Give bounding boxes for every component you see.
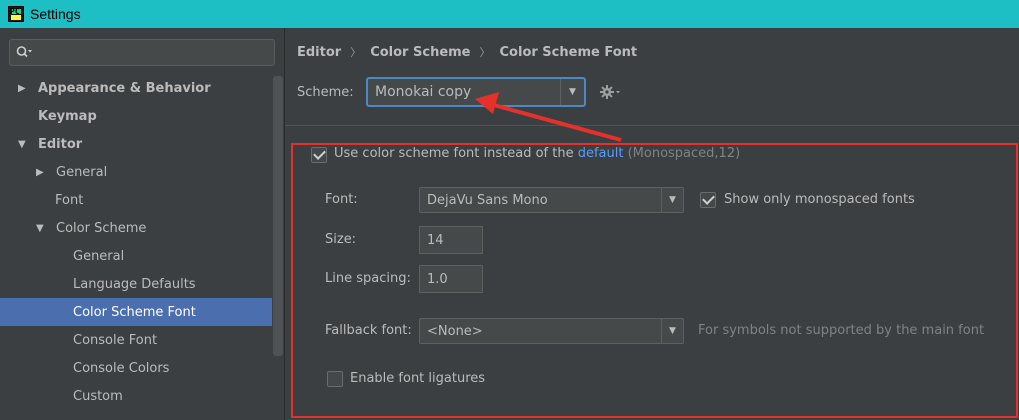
font-dropdown[interactable]: DejaVu Sans Mono ▼: [419, 187, 684, 213]
line-spacing-label: Line spacing:: [325, 271, 411, 286]
sidebar-item-label: Appearance & Behavior: [38, 80, 211, 96]
sidebar-item[interactable]: Console Font: [0, 326, 272, 354]
breadcrumb-separator: 〉: [479, 46, 491, 59]
fallback-font-value: <None>: [427, 323, 483, 339]
sidebar-item-label: Keymap: [38, 108, 97, 124]
font-value: DejaVu Sans Mono: [427, 192, 548, 208]
breadcrumb-color-scheme-font: Color Scheme Font: [499, 44, 638, 60]
settings-search-input[interactable]: [9, 39, 275, 66]
sidebar-item[interactable]: ▼ Color Scheme: [0, 214, 272, 242]
sidebar-item-label: Custom: [73, 388, 123, 404]
pycharm-app-icon: PC: [8, 6, 24, 22]
chevron-down-icon[interactable]: ▼: [661, 188, 683, 212]
fallback-font-hint: For symbols not supported by the main fo…: [698, 323, 985, 338]
line-spacing-input[interactable]: 1.0: [419, 265, 483, 293]
chevron-down-icon[interactable]: ▼: [560, 79, 584, 105]
sidebar-item-label: General: [56, 164, 108, 180]
sidebar-item[interactable]: Keymap: [0, 102, 272, 130]
sidebar-item[interactable]: Color Scheme Font: [0, 298, 272, 326]
size-label: Size:: [325, 232, 357, 247]
window-title: Settings: [30, 6, 81, 22]
sidebar-item-label: Editor: [38, 136, 83, 152]
use-scheme-font-checkbox[interactable]: [311, 147, 327, 163]
breadcrumb-separator: 〉: [350, 46, 362, 59]
sidebar-scrollbar[interactable]: [273, 76, 283, 356]
sidebar-item[interactable]: Font: [0, 186, 272, 214]
sidebar-item-label: Font: [55, 192, 84, 208]
font-label: Font:: [325, 192, 358, 207]
search-icon: [16, 46, 32, 58]
chevron-down-icon[interactable]: ▼: [36, 223, 48, 234]
fallback-font-dropdown[interactable]: <None> ▼: [419, 318, 684, 344]
sidebar-item[interactable]: General: [0, 242, 272, 270]
sidebar-item[interactable]: ▶ Appearance & Behavior: [0, 74, 272, 102]
chevron-down-icon[interactable]: ▼: [18, 139, 30, 150]
breadcrumb: Editor 〉 Color Scheme 〉 Color Scheme Fon…: [297, 44, 637, 60]
font-ligatures-label: Enable font ligatures: [350, 371, 486, 386]
chevron-right-icon[interactable]: ▶: [36, 167, 48, 178]
sidebar-item[interactable]: Console Colors: [0, 354, 272, 382]
monospaced-only-checkbox[interactable]: [700, 192, 716, 208]
default-font-hint: (Monospaced,12): [623, 146, 741, 161]
font-ligatures-checkbox[interactable]: [327, 371, 343, 387]
size-input[interactable]: 14: [419, 226, 483, 254]
sidebar-item[interactable]: ▼ Editor: [0, 130, 272, 158]
settings-content: Editor 〉 Color Scheme 〉 Color Scheme Fon…: [285, 28, 1019, 420]
breadcrumb-editor[interactable]: Editor: [297, 45, 341, 60]
sidebar-item-label: General: [73, 248, 125, 264]
scheme-dropdown[interactable]: Monokai copy ▼: [366, 77, 586, 107]
sidebar-item-label: Console Font: [73, 332, 158, 348]
sidebar-item-label: Language Defaults: [73, 276, 196, 292]
chevron-right-icon[interactable]: ▶: [18, 83, 30, 94]
monospaced-only-label: Show only monospaced fonts: [724, 192, 915, 207]
settings-sidebar: ▶ Appearance & Behavior Keymap ▼ Editor ▶ Gene…: [0, 28, 284, 420]
fallback-font-label: Fallback font:: [325, 323, 412, 338]
sidebar-item-label: Console Colors: [73, 360, 170, 376]
scheme-value: Monokai copy: [375, 84, 472, 100]
gear-icon[interactable]: [599, 83, 621, 101]
sidebar-item[interactable]: Language Defaults: [0, 270, 272, 298]
sidebar-item[interactable]: Custom: [0, 382, 272, 410]
section-divider: [285, 125, 1019, 126]
default-font-link[interactable]: default: [578, 146, 624, 161]
sidebar-item-label: Color Scheme Font: [73, 304, 196, 320]
breadcrumb-color-scheme[interactable]: Color Scheme: [370, 45, 470, 60]
title-bar: PC Settings: [0, 0, 1019, 28]
sidebar-item[interactable]: ▶ General: [0, 158, 272, 186]
sidebar-item-label: Color Scheme: [56, 220, 147, 236]
use-scheme-font-label: Use color scheme font instead of the def…: [334, 146, 741, 161]
scheme-label: Scheme:: [297, 85, 354, 100]
chevron-down-icon[interactable]: ▼: [661, 319, 683, 343]
